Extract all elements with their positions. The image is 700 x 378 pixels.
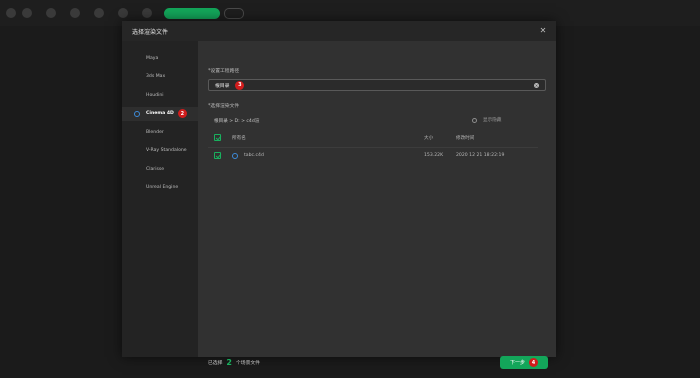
file-name: tabc.c4d: [244, 153, 264, 158]
software-sidebar: Maya 3ds Max Houdini Cinema 4D 2 Blender…: [122, 41, 198, 357]
column-name: 所有名: [232, 136, 246, 141]
sidebar-item-vray-standalone[interactable]: V-Ray Standalone: [122, 142, 198, 161]
show-hidden-toggle[interactable]: 显示隐藏: [472, 117, 501, 123]
show-hidden-label: 显示隐藏: [483, 118, 502, 123]
next-button-label: 下一步: [509, 360, 525, 366]
dialog-footer: 已选择 2 个场景文件 下一步 4: [208, 355, 548, 371]
selected-count: 2: [226, 358, 232, 367]
table-row[interactable]: tabc.c4d 153.22K 2020 12 21 18:22:19: [214, 151, 534, 161]
project-path-label: *设置工程路径: [208, 69, 240, 74]
sidebar-item-label: Houdini: [146, 92, 164, 98]
sidebar-item-3dsmax[interactable]: 3ds Max: [122, 68, 198, 87]
sidebar-item-label: Clarisse: [146, 166, 165, 172]
breadcrumb[interactable]: 根目录 > D: > c4d渲: [214, 118, 259, 124]
sidebar-item-label: V-Ray Standalone: [146, 148, 187, 154]
sidebar-item-cinema4d[interactable]: Cinema 4D 2: [122, 105, 198, 124]
close-icon[interactable]: ✕: [538, 26, 548, 36]
selected-suffix: 个场景文件: [235, 361, 260, 366]
select-render-file-dialog: 选择渲染文件 ✕ Maya 3ds Max Houdini Cinema 4D …: [122, 21, 556, 369]
sidebar-item-label: Blender: [146, 129, 164, 135]
column-modified: 修改时间: [456, 136, 475, 141]
project-path-value: 根目录: [215, 83, 230, 89]
render-file-label: *选择渲染文件: [208, 104, 240, 109]
background-secondary-button: [224, 8, 244, 19]
sidebar-item-unreal-engine[interactable]: Unreal Engine: [122, 179, 198, 198]
sidebar-item-maya[interactable]: Maya: [122, 49, 198, 68]
toolbar-icon: [70, 8, 80, 18]
column-size: 大小: [424, 136, 434, 141]
toolbar-icon: [118, 8, 128, 18]
toolbar-icon: [94, 8, 104, 18]
sidebar-item-clarisse[interactable]: Clarisse: [122, 160, 198, 179]
cinema4d-icon: [134, 110, 140, 117]
next-button[interactable]: 下一步 4: [500, 356, 548, 369]
file-modified: 2020 12 21 18:22:19: [456, 153, 505, 158]
sidebar-item-blender[interactable]: Blender: [122, 123, 198, 142]
toolbar-icon: [46, 8, 56, 18]
selected-summary: 已选择 2 个场景文件: [208, 358, 260, 367]
sidebar-item-label: Unreal Engine: [146, 185, 179, 191]
row-checkbox[interactable]: [214, 152, 221, 159]
project-path-input[interactable]: 根目录 3 ×: [208, 79, 546, 91]
dialog-content: *设置工程路径 根目录 3 × *选择渲染文件 根目录 > D: > c4d渲 …: [198, 41, 556, 369]
sidebar-item-houdini[interactable]: Houdini: [122, 86, 198, 105]
toolbar-icon: [22, 8, 32, 18]
clear-icon[interactable]: ×: [534, 83, 539, 88]
sidebar-item-label: Cinema 4D: [146, 111, 174, 117]
step-badge: 2: [177, 109, 187, 119]
dialog-header: 选择渲染文件 ✕: [122, 21, 556, 41]
background-primary-button: [164, 8, 220, 19]
step-badge: 3: [235, 80, 245, 90]
dialog-title: 选择渲染文件: [132, 28, 169, 36]
cinema4d-file-icon: [232, 152, 238, 159]
toolbar-icon: [142, 8, 152, 18]
radio-icon: [472, 117, 477, 123]
divider: [208, 147, 538, 148]
step-badge: 4: [529, 358, 538, 367]
select-all-checkbox[interactable]: [214, 134, 221, 141]
sidebar-item-label: 3ds Max: [146, 74, 166, 80]
file-table-header: 所有名 大小 修改时间: [214, 134, 534, 142]
selected-prefix: 已选择: [208, 361, 223, 366]
sidebar-item-label: Maya: [146, 55, 159, 61]
toolbar-icon: [6, 8, 16, 18]
file-size: 153.22K: [424, 153, 444, 158]
